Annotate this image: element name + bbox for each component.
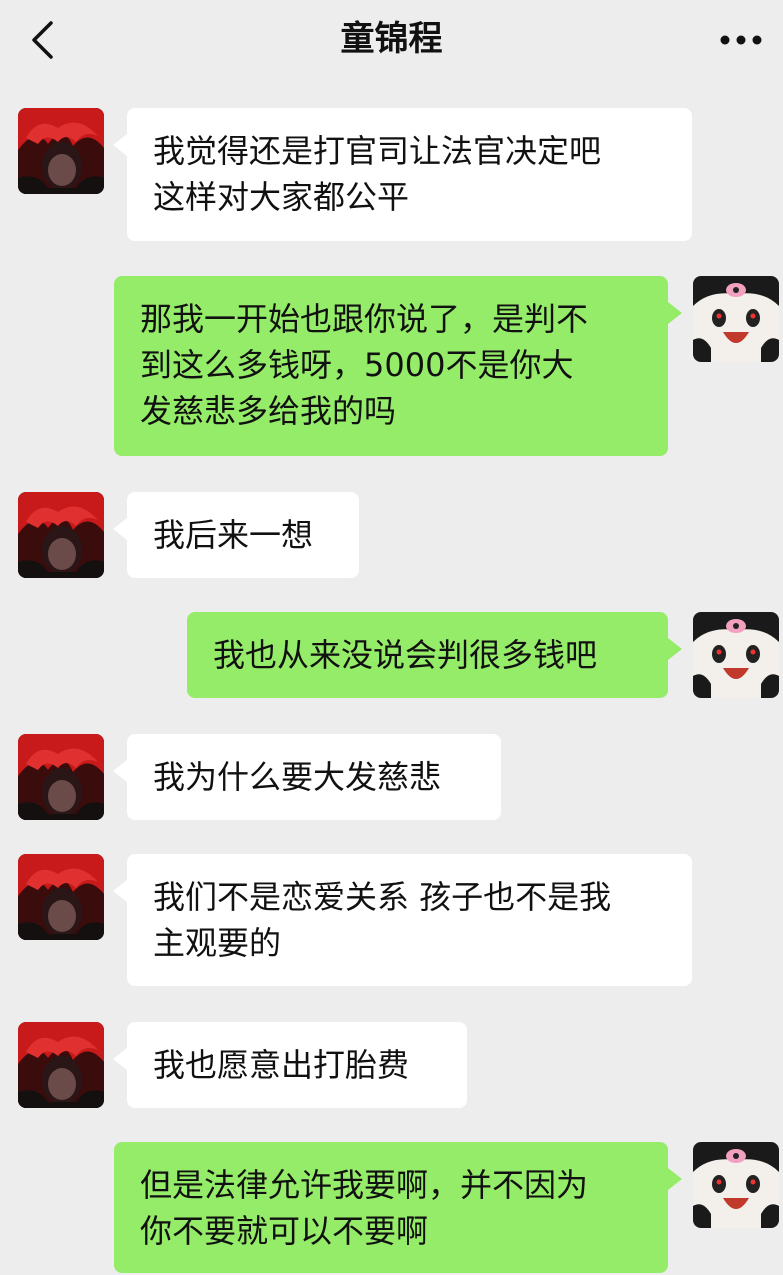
more-options-button[interactable] bbox=[715, 22, 767, 58]
contact-avatar[interactable] bbox=[18, 108, 104, 194]
chat-title: 童锦程 bbox=[340, 19, 443, 59]
contact-avatar[interactable] bbox=[18, 492, 104, 578]
incoming-message-bubble[interactable]: 我后来一想 bbox=[113, 492, 359, 578]
contact-avatar[interactable] bbox=[18, 1022, 104, 1108]
contact-avatar[interactable] bbox=[18, 734, 104, 820]
chat-header: 童锦程 bbox=[0, 0, 783, 82]
outgoing-message-bubble[interactable]: 但是法律允许我要啊，并不因为 你不要就可以不要啊 bbox=[114, 1142, 682, 1273]
incoming-message-bubble[interactable]: 我为什么要大发慈悲 bbox=[113, 734, 501, 820]
contact-avatar[interactable] bbox=[18, 854, 104, 940]
outgoing-message-bubble[interactable]: 那我一开始也跟你说了，是判不 到这么多钱呀，5000不是你大 发慈悲多给我的吗 bbox=[114, 276, 682, 456]
incoming-message-bubble[interactable]: 我觉得还是打官司让法官决定吧 这样对大家都公平 bbox=[113, 108, 692, 241]
user-avatar[interactable] bbox=[693, 276, 779, 362]
outgoing-message-bubble[interactable]: 我也从来没说会判很多钱吧 bbox=[187, 612, 682, 698]
incoming-message-bubble[interactable]: 我们不是恋爱关系 孩子也不是我 主观要的 bbox=[113, 854, 692, 986]
incoming-message-bubble[interactable]: 我也愿意出打胎费 bbox=[113, 1022, 467, 1108]
ellipsis-icon bbox=[720, 35, 762, 45]
user-avatar[interactable] bbox=[693, 612, 779, 698]
user-avatar[interactable] bbox=[693, 1142, 779, 1228]
